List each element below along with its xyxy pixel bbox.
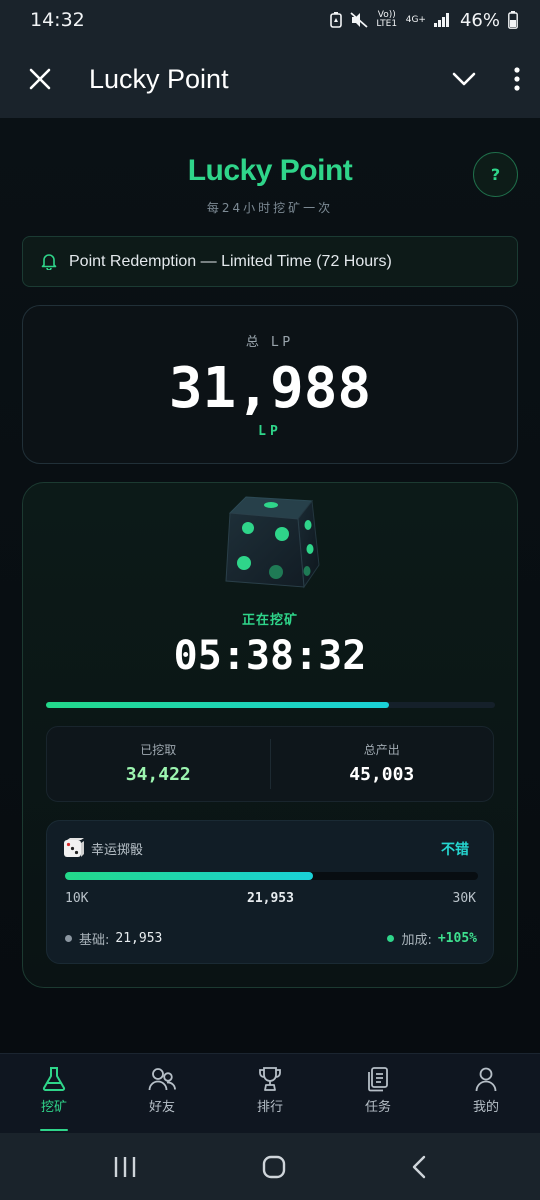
mined-value: 34,422 <box>125 764 191 785</box>
status-icons: Vo)) LTE1 4G+ 46% <box>329 9 518 31</box>
output-label: 总产出 <box>363 743 400 757</box>
status-time: 14:32 <box>30 9 85 31</box>
bonus-label: 加成: <box>401 933 432 948</box>
subtitle: 每24小时挖矿一次 <box>206 201 334 215</box>
battery-percent: 46% <box>459 9 500 31</box>
nav-label-friends: 好友 <box>148 1100 175 1115</box>
mined-label: 已挖取 <box>140 743 177 757</box>
back-icon[interactable] <box>411 1155 427 1179</box>
notice-text: Point Redemption — Limited Time (72 Hour… <box>69 252 392 270</box>
battery-icon <box>508 11 518 29</box>
total-value: 31,988 <box>168 356 372 421</box>
nav-item-profile[interactable]: 我的 <box>432 1054 540 1133</box>
base-label: 基础: <box>79 933 110 948</box>
brand-title: Lucky Point <box>187 154 353 187</box>
mined-stat: 已挖取 34,422 <box>47 727 270 801</box>
nav-item-ranking[interactable]: 排行 <box>216 1054 324 1133</box>
lucky-dice-panel: 幸运掷骰 不错 10K 21,953 30K 基础: 21,953 加成: +1… <box>46 820 494 964</box>
nav-item-tasks[interactable]: 任务 <box>324 1054 432 1133</box>
mining-stats: 已挖取 34,422 总产出 45,003 <box>46 726 494 802</box>
lucky-dice-footer: 基础: 21,953 加成: +105% <box>65 929 477 948</box>
lucky-dice-header: 幸运掷骰 <box>63 837 143 859</box>
nav-label-tasks: 任务 <box>364 1100 391 1115</box>
scale-current: 21,953 <box>247 891 294 906</box>
dice-emoji-icon <box>64 838 84 857</box>
network-indicator: 4G+ <box>405 14 426 25</box>
base-dot <box>65 935 72 942</box>
total-lp-card: 总 LP 31,988 LP <box>22 305 518 464</box>
bottom-nav: 挖矿 好友 排行 任务 我的 <box>0 1053 540 1133</box>
nav-active-indicator <box>40 1129 68 1131</box>
tasks-icon <box>368 1067 388 1092</box>
system-nav-bar <box>0 1133 540 1200</box>
base-value: 21,953 <box>115 931 163 946</box>
mining-progress-fill <box>46 702 390 708</box>
bonus-group: 加成: +105% <box>387 929 477 948</box>
mining-status: 正在挖矿 <box>241 613 298 628</box>
bell-icon <box>41 254 57 270</box>
volte-indicator: Vo)) LTE1 <box>376 10 398 29</box>
mining-timer: 05:38:32 <box>173 633 367 679</box>
bonus-value: +105% <box>437 931 477 946</box>
close-icon[interactable] <box>29 68 51 90</box>
home-icon[interactable] <box>262 1155 286 1179</box>
nav-item-mining[interactable]: 挖矿 <box>0 1054 108 1133</box>
mining-progress-track <box>46 702 495 708</box>
battery-saver-icon <box>329 12 342 28</box>
total-unit: LP <box>258 424 282 439</box>
profile-icon <box>475 1067 497 1092</box>
main-content: Lucky Point 每24小时挖矿一次 ? Point Redemption… <box>0 118 540 1053</box>
status-bar: 14:32 Vo)) LTE1 4G+ 46% <box>0 0 540 40</box>
bonus-dot <box>387 935 395 942</box>
nav-item-friends[interactable]: 好友 <box>108 1054 216 1133</box>
recent-apps-icon[interactable] <box>113 1156 137 1178</box>
more-options-icon[interactable] <box>514 67 520 91</box>
mute-icon <box>350 12 368 28</box>
scale-min: 10K <box>65 891 89 906</box>
app-bar: Lucky Point <box>0 40 540 118</box>
total-label: 总 LP <box>245 335 295 350</box>
scale-max: 30K <box>452 891 476 906</box>
nav-label-profile: 我的 <box>472 1100 499 1115</box>
output-value: 45,003 <box>349 764 415 785</box>
flask-icon <box>42 1067 66 1091</box>
lucky-progress-track <box>65 872 478 880</box>
lucky-dice-title: 幸运掷骰 <box>91 842 144 858</box>
nav-label-ranking: 排行 <box>256 1100 283 1115</box>
signal-icon <box>433 13 449 27</box>
lucky-progress-fill <box>65 872 313 880</box>
output-stat: 总产出 45,003 <box>269 739 494 789</box>
dice-icon <box>225 496 320 589</box>
friends-icon <box>148 1068 176 1091</box>
trophy-icon <box>259 1067 281 1091</box>
lucky-rating: 不错 <box>441 842 469 858</box>
nav-label-mining: 挖矿 <box>40 1100 67 1115</box>
chevron-down-icon[interactable] <box>452 72 476 86</box>
notice-banner[interactable]: Point Redemption — Limited Time (72 Hour… <box>22 236 518 287</box>
mining-card: 正在挖矿 05:38:32 已挖取 34,422 总产出 45,003 幸运掷骰… <box>22 482 518 988</box>
help-button[interactable]: ? <box>473 152 518 197</box>
app-title: Lucky Point <box>89 63 229 94</box>
